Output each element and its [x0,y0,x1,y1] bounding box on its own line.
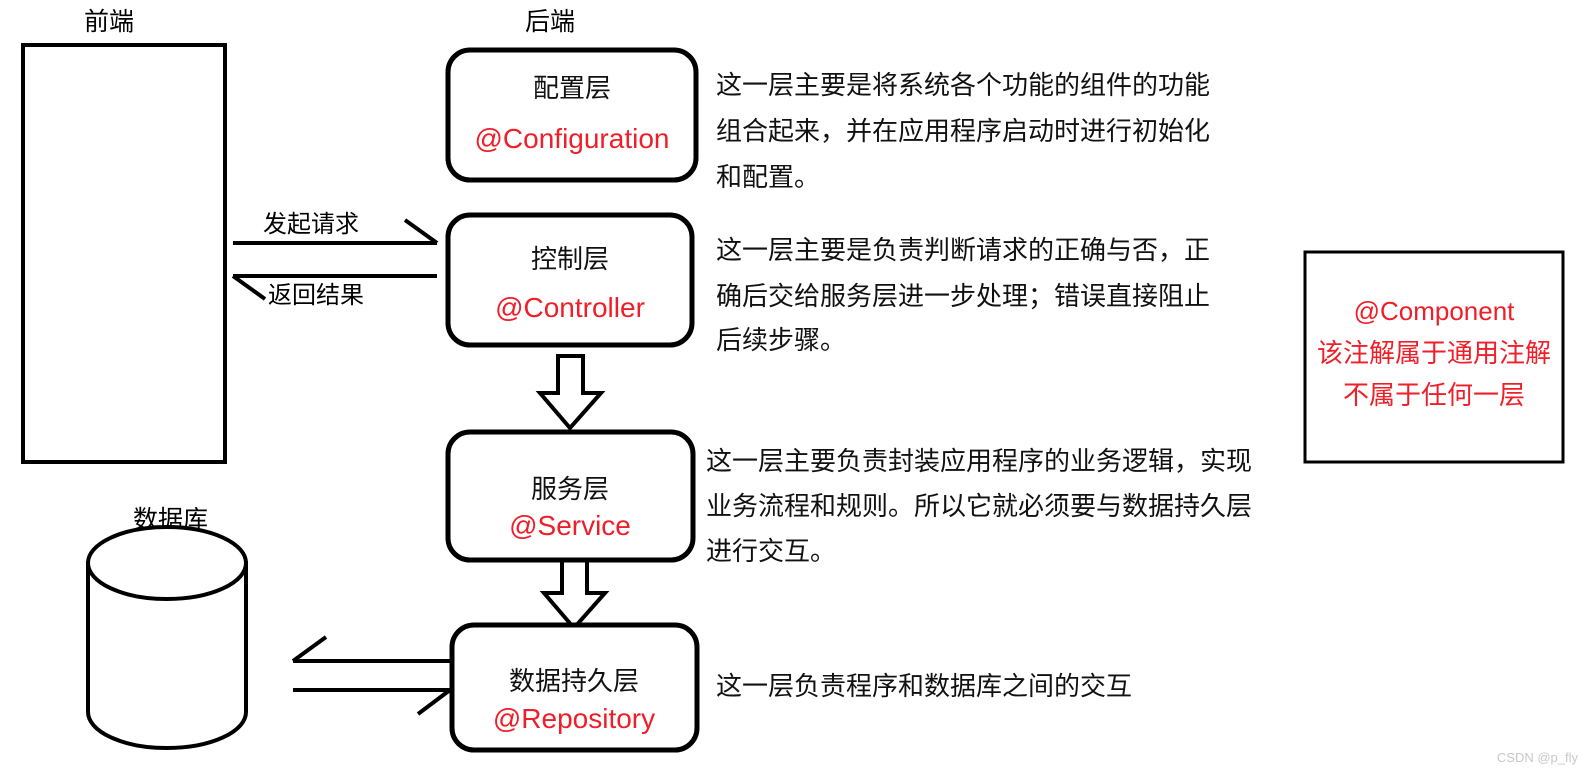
service-box-title: 服务层 [531,474,609,504]
service-box-annotation: @Service [509,510,631,541]
controller-box-outline [445,212,695,348]
service-description-line-1: 这一层主要负责封装应用程序的业务逻辑，实现 [706,446,1252,476]
service-description-line-2: 业务流程和规则。所以它就必须要与数据持久层 [706,491,1252,521]
component-note-line-2: 不属于任何一层 [1343,380,1525,410]
configuration-box-annotation: @Configuration [475,123,670,154]
architecture-diagram: 前端 后端 数据库 发起请求 返回结果 配置层 @Configuration 这… [21,8,1579,765]
repository-box-annotation: @Repository [493,703,655,734]
database-cylinder-icon [86,525,248,750]
service-description-line-3: 进行交互。 [706,536,836,566]
controller-description-line-3: 后续步骤。 [716,325,846,355]
component-note-line-1: 该注解属于通用注解 [1317,338,1551,368]
controller-to-service-block-arrow [535,354,606,432]
configuration-box-outline [445,47,699,183]
repository-to-database-arrow [291,635,450,663]
repository-description-line-1: 这一层负责程序和数据库之间的交互 [716,671,1132,701]
component-note-box: @Component 该注解属于通用注解 不属于任何一层 [1303,250,1565,464]
controller-description-line-2: 确后交给服务层进一步处理；错误直接阻止 [716,281,1210,311]
layer-box-controller[interactable]: 控制层 @Controller [445,212,695,348]
configuration-description-line-3: 和配置。 [716,162,820,192]
repository-box-title: 数据持久层 [509,666,639,696]
watermark-label: CSDN @p_fly [1497,750,1579,765]
controller-box-title: 控制层 [531,244,609,274]
repository-description: 这一层负责程序和数据库之间的交互 [716,671,1132,701]
configuration-box-title: 配置层 [533,73,611,103]
controller-box-annotation: @Controller [495,292,645,323]
layer-box-configuration[interactable]: 配置层 @Configuration [445,47,699,183]
configuration-description: 这一层主要是将系统各个功能的组件的功能 组合起来，并在应用程序启动时进行初始化 … [716,70,1210,192]
response-arrow-label: 返回结果 [268,282,364,309]
controller-description: 这一层主要是负责判断请求的正确与否，正 确后交给服务层进一步处理；错误直接阻止 … [716,235,1210,355]
layer-box-service[interactable]: 服务层 @Service [445,429,696,563]
controller-description-line-1: 这一层主要是负责判断请求的正确与否，正 [716,235,1210,265]
service-to-repository-block-arrow [539,554,610,632]
service-description: 这一层主要负责封装应用程序的业务逻辑，实现 业务流程和规则。所以它就必须要与数据… [706,446,1252,566]
configuration-description-line-1: 这一层主要是将系统各个功能的组件的功能 [716,70,1210,100]
component-note-annotation: @Component [1354,296,1516,326]
frontend-header-label: 前端 [84,8,134,36]
layer-box-repository[interactable]: 数据持久层 @Repository [449,622,700,753]
backend-header-label: 后端 [525,8,575,36]
database-to-repository-arrow [293,688,452,716]
request-arrow-label: 发起请求 [263,211,359,238]
frontend-box [21,43,227,464]
configuration-description-line-2: 组合起来，并在应用程序启动时进行初始化 [716,116,1210,146]
